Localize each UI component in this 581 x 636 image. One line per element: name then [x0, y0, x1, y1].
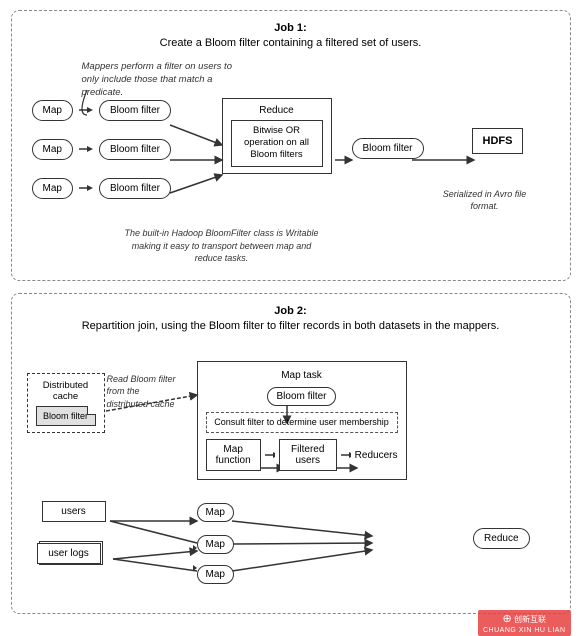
- job2-title-line2: Repartition join, using the Bloom filter…: [82, 320, 500, 332]
- job1-bloom-output: Bloom filter: [352, 138, 424, 159]
- hdfs-label: HDFS: [472, 128, 524, 154]
- main-diagram: Job 1: Create a Bloom filter containing …: [11, 10, 571, 614]
- map-bottom-pill-2: Map: [197, 535, 234, 554]
- consult-filter-box: Consult filter to determine user members…: [206, 412, 398, 434]
- bloom-filter-file-box: Bloom filter: [36, 406, 96, 426]
- job1-content: Mappers perform a filter on users to onl…: [22, 60, 560, 270]
- bloom-filter-pill-1: Bloom filter: [99, 100, 171, 121]
- arrow-icon-1: [265, 450, 275, 460]
- job1-reduce-box: Reduce Bitwise OR operation on all Bloom…: [222, 98, 332, 174]
- job1-serialized-note: Serialized in Avro file format.: [440, 188, 530, 213]
- job1-hdfs-box: HDFS: [472, 128, 524, 154]
- reducers-label: Reducers: [355, 450, 398, 461]
- job1-maps-column: Map Bloom filter Map Bloom filter Map Bl…: [32, 100, 171, 199]
- job1-bottom-note: The built-in Hadoop BloomFilter class is…: [122, 227, 322, 265]
- job1-title: Job 1: Create a Bloom filter containing …: [22, 21, 560, 52]
- map-bottom-pill-1: Map: [197, 503, 234, 522]
- job2-title-line1: Job 2:: [22, 304, 560, 319]
- distributed-cache-label: Distributed cache: [36, 380, 96, 402]
- users-label: users: [42, 501, 106, 522]
- arrow-icon-2: [341, 450, 351, 460]
- job1-title-line2: Create a Bloom filter containing a filte…: [160, 37, 422, 49]
- map-task-inner: Bloom filter Consult filter to determine…: [206, 387, 398, 472]
- map-row-2: Map Bloom filter: [32, 139, 171, 160]
- job2-title: Job 2: Repartition join, using the Bloom…: [22, 304, 560, 335]
- job1-title-line1: Job 1:: [22, 21, 560, 36]
- job2-box: Job 2: Repartition join, using the Bloom…: [11, 293, 571, 614]
- users-dataset-box: users: [42, 501, 106, 522]
- map-row-1: Map Bloom filter: [32, 100, 171, 121]
- map-pill-1: Map: [32, 100, 73, 121]
- bloom-filter-output-pill: Bloom filter: [352, 138, 424, 159]
- job1-reduce-title: Reduce: [231, 105, 323, 116]
- map-row-3: Map Bloom filter: [32, 178, 171, 199]
- job2-content: Distributed cache Bloom filter Read Bloo…: [22, 343, 560, 603]
- map-function-row: Map function Filtered users Reducers: [206, 439, 398, 471]
- watermark-icon: ⊕: [503, 613, 512, 625]
- watermark: ⊕ 创新互联 CHUANG XIN HU LIAN: [478, 610, 571, 636]
- map-task-box: Map task Bloom filter Consult filter to …: [197, 361, 407, 481]
- map-pill-2: Map: [32, 139, 73, 160]
- job1-reduce-inner: Bitwise OR operation on all Bloom filter…: [231, 120, 323, 167]
- map-function-box: Map function: [206, 439, 261, 471]
- map-pill-3: Map: [32, 178, 73, 199]
- bloom-filter-pill-3: Bloom filter: [99, 178, 171, 199]
- distributed-cache-box: Distributed cache Bloom filter: [27, 373, 105, 433]
- map-task-bloom-filter: Bloom filter: [267, 387, 335, 406]
- watermark-text: 创新互联: [514, 615, 546, 624]
- map-bottom-1: Map: [197, 503, 234, 522]
- map-bottom-3: Map: [197, 565, 234, 584]
- filtered-users-box: Filtered users: [279, 439, 337, 471]
- user-logs-dataset-box: user logs: [37, 543, 101, 564]
- map-bottom-2: Map: [197, 535, 234, 554]
- reduce-bottom-box: Reduce: [473, 528, 529, 549]
- bloom-filter-pill-2: Bloom filter: [99, 139, 171, 160]
- map-bottom-pill-3: Map: [197, 565, 234, 584]
- map-task-title: Map task: [206, 370, 398, 381]
- reduce-bottom-label: Reduce: [473, 528, 529, 549]
- job1-mapper-annotation: Mappers perform a filter on users to onl…: [82, 60, 242, 100]
- user-logs-label: user logs: [37, 543, 101, 564]
- read-bloom-note: Read Bloom filter from the distributed c…: [107, 373, 182, 411]
- watermark-url: CHUANG XIN HU LIAN: [483, 627, 566, 634]
- job1-box: Job 1: Create a Bloom filter containing …: [11, 10, 571, 281]
